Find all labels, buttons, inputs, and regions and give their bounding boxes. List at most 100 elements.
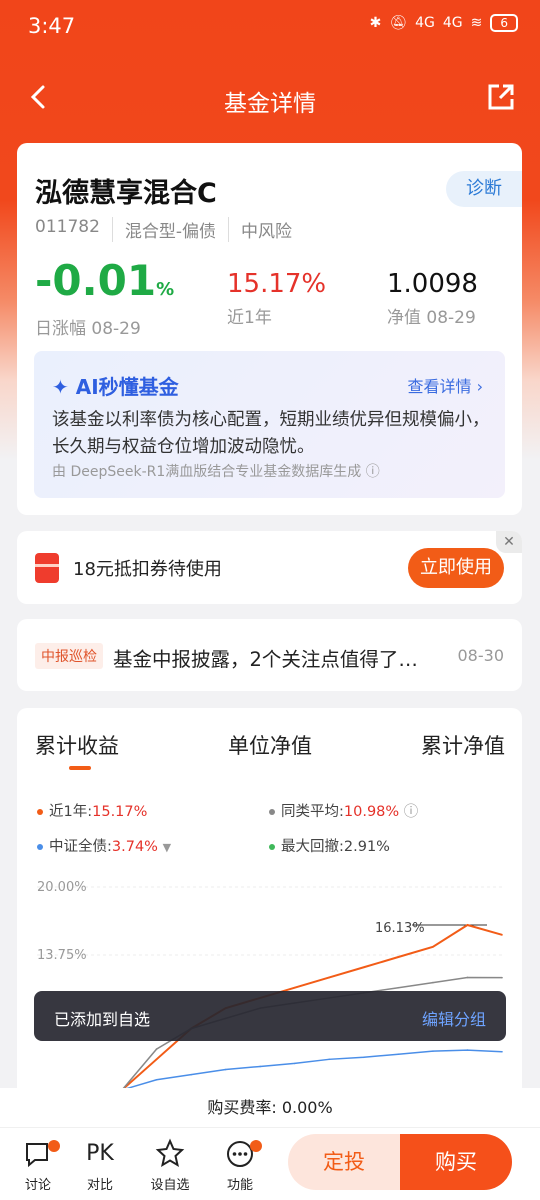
signal-4g-icon: 4G xyxy=(415,15,435,31)
notification-badge xyxy=(250,1140,262,1152)
year-return-stat: 15.17% 近1年 xyxy=(227,269,326,328)
wifi-icon: ≋ xyxy=(470,15,483,31)
series-point xyxy=(501,976,503,979)
news-card[interactable]: 中报巡检 基金中报披露，2个关注点值得了… 08-30 xyxy=(17,619,522,691)
series-point xyxy=(501,1050,503,1053)
nav-value: 1.0098 xyxy=(387,269,478,299)
bottom-bar: 讨论 PK 对比 设自选 功能 定投 购买 xyxy=(0,1128,540,1200)
news-text: 基金中报披露，2个关注点值得了… xyxy=(113,648,418,671)
compare-label: 对比 xyxy=(86,1178,113,1193)
fund-type: 混合型-偏债 xyxy=(111,217,228,242)
series-point xyxy=(466,1049,469,1051)
series-point xyxy=(432,1050,434,1052)
dropdown-arrow-icon[interactable]: ▼ xyxy=(163,841,171,854)
series-point xyxy=(190,1073,192,1076)
series-point xyxy=(155,1058,158,1061)
tab-active-indicator xyxy=(69,766,91,770)
bluetooth-icon: ✱ xyxy=(369,15,382,31)
series-point xyxy=(397,956,400,958)
nav-bar: 基金详情 xyxy=(0,70,540,126)
status-icons: ✱ 🔕︎ 4G 4G ≋ 6 xyxy=(370,14,518,32)
news-date: 08-30 xyxy=(457,646,505,665)
buy-button[interactable]: 购买 xyxy=(400,1134,512,1190)
tab-cumulative-return[interactable]: 累计收益 xyxy=(35,730,119,760)
legend-drawdown: 最大回撤:2.91% xyxy=(269,835,390,856)
series-point xyxy=(224,1068,227,1071)
close-icon[interactable]: ✕ xyxy=(496,531,522,553)
signal-4g-icon-2: 4G xyxy=(442,15,463,31)
ai-more-link[interactable]: 查看详情 › xyxy=(408,373,484,397)
series-point xyxy=(328,1058,331,1061)
series-point xyxy=(363,1056,365,1059)
red-envelope-icon xyxy=(35,553,59,583)
legend-index[interactable]: 中证全债:3.74% ▼ xyxy=(37,835,171,856)
fund-code: 011782 xyxy=(35,217,100,237)
daily-change-label: 日涨幅 08-29 xyxy=(35,319,141,339)
nav-label: 净值 08-29 xyxy=(387,308,476,328)
legend-year: 近1年:15.17% xyxy=(37,800,147,821)
compare-button[interactable]: PK 对比 xyxy=(70,1138,130,1193)
tab-cumulative-nav[interactable]: 累计净值 xyxy=(421,730,505,760)
fund-summary-card: 泓德慧享混合C 诊断 011782 混合型-偏债 中风险 -0.01% 日涨幅 … xyxy=(17,143,522,515)
legend-drawdown-value: 2.91% xyxy=(343,839,390,855)
use-coupon-button[interactable]: 立即使用 xyxy=(408,548,504,588)
ai-summary-panel[interactable]: ✦ AI秒懂基金 查看详情 › 该基金以利率债为核心配置，短期业绩优异但规模偏小… xyxy=(34,351,505,498)
series-point xyxy=(397,1053,400,1055)
news-tag: 中报巡检 xyxy=(35,643,103,669)
coupon-card: 18元抵扣券待使用 立即使用 ✕ xyxy=(17,531,522,604)
series-point xyxy=(363,966,365,969)
function-label: 功能 xyxy=(226,1178,253,1193)
nav-stat: 1.0098 净值 08-29 xyxy=(387,269,478,328)
notification-badge xyxy=(48,1140,60,1152)
discuss-label: 讨论 xyxy=(24,1178,51,1193)
y-tick-label: 20.00% xyxy=(37,880,87,895)
page-title: 基金详情 xyxy=(224,91,316,117)
ai-title: ✦ AI秒懂基金 xyxy=(52,371,179,400)
toast-text: 已添加到自选 xyxy=(54,1010,151,1029)
daily-change-value: -0.01 xyxy=(35,256,157,305)
series-point xyxy=(466,924,469,926)
diagnose-button[interactable]: 诊断 xyxy=(446,171,522,207)
tab-unit-nav[interactable]: 单位净值 xyxy=(228,730,312,760)
series-point xyxy=(466,976,469,979)
y-tick-label: 13.75% xyxy=(37,948,87,963)
series-point xyxy=(259,1065,261,1068)
daily-change-stat: -0.01% 日涨幅 08-29 xyxy=(35,260,175,340)
legend-year-value: 15.17% xyxy=(92,804,148,820)
mute-icon: 🔕︎ xyxy=(389,15,408,31)
return-chart[interactable]: 20.00% 13.75% 16.13% xyxy=(17,875,522,1090)
series-point xyxy=(328,976,331,979)
add-watchlist-button[interactable]: 设自选 xyxy=(140,1138,200,1193)
series-point xyxy=(432,981,434,984)
ai-body: 该基金以利率债为核心配置，短期业绩优异但规模偏小，长久期与权益仓位增加波动隐忧。 xyxy=(52,410,490,457)
share-icon[interactable] xyxy=(486,82,516,112)
battery-icon: 6 xyxy=(490,14,518,32)
auto-invest-button[interactable]: 定投 xyxy=(288,1134,400,1190)
year-return-value: 15.17% xyxy=(227,269,327,299)
watch-label: 设自选 xyxy=(150,1178,190,1193)
legend-drawdown-label: 最大回撤: xyxy=(281,839,344,855)
series-point xyxy=(501,934,503,936)
discuss-button[interactable]: 讨论 xyxy=(8,1138,68,1193)
legend-peer-label: 同类平均: xyxy=(281,804,344,820)
legend-peer: 同类平均:10.98% ⓘ xyxy=(269,800,418,821)
chart-peak-annotation: 16.13% xyxy=(375,921,425,936)
legend-year-label: 近1年: xyxy=(49,804,93,820)
fund-name: 泓德慧享混合C xyxy=(35,178,217,209)
legend-peer-value: 10.98% xyxy=(343,804,400,820)
function-button[interactable]: 功能 xyxy=(210,1138,270,1193)
fee-rate: 购买费率: 0.00% xyxy=(0,1088,540,1128)
ai-source: 由 DeepSeek-R1满血版结合专业基金数据库生成 ⓘ xyxy=(52,464,380,480)
edit-group-link[interactable]: 编辑分组 xyxy=(422,1006,486,1030)
status-bar: 3:47 ✱ 🔕︎ 4G 4G ≋ 6 xyxy=(0,0,540,52)
series-line-2 xyxy=(121,1049,503,1090)
fund-meta: 011782 混合型-偏债 中风险 xyxy=(35,217,304,242)
sparkle-icon: ✦ xyxy=(52,375,69,399)
info-icon[interactable]: ⓘ xyxy=(404,804,419,820)
pk-icon: PK xyxy=(86,1141,114,1166)
star-plus-icon xyxy=(155,1138,185,1168)
legend-index-value: 3.74% xyxy=(111,839,158,855)
daily-change-unit: % xyxy=(156,279,175,300)
series-point xyxy=(432,945,434,948)
series-point xyxy=(397,986,400,989)
